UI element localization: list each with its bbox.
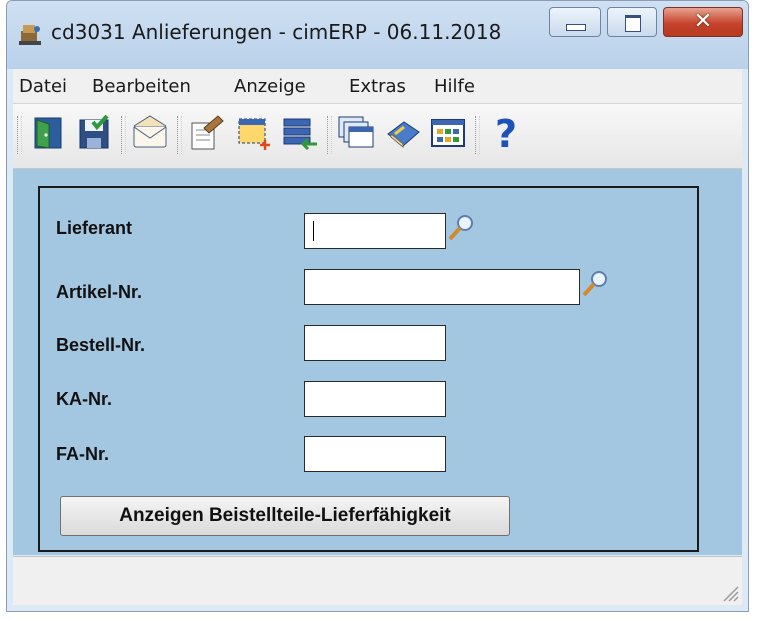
toolbar-separator [121,116,126,154]
windows-icon[interactable] [337,114,375,152]
fa-nr-input[interactable] [304,436,446,472]
text-caret [313,221,314,241]
lieferant-input[interactable] [304,213,446,249]
close-icon: ✕ [693,9,713,34]
svg-text:?: ? [495,114,517,152]
fa-nr-label: FA-Nr. [56,444,110,464]
application-window: cd3031 Anlieferungen - cimERP - 06.11.20… [6,0,749,612]
ka-nr-label: KA-Nr. [56,389,113,409]
form-panel: Lieferant Artikel-Nr. Bestell-Nr. KA-Nr.… [13,169,742,555]
bestell-nr-label: Bestell-Nr. [56,335,146,355]
ka-nr-input[interactable] [304,381,446,417]
artikel-nr-search-icon[interactable] [581,268,611,298]
artikel-nr-label: Artikel-Nr. [56,282,143,302]
maximize-icon [625,15,641,32]
artikel-nr-input[interactable] [304,269,580,305]
menu-anzeige[interactable]: Anzeige [234,76,306,97]
toolbar-separator [327,116,332,154]
menu-bar: Datei Bearbeiten Anzeige Extras Hilfe [13,69,742,104]
help-icon[interactable]: ? [487,114,525,152]
search-criteria-group: Lieferant Artikel-Nr. Bestell-Nr. KA-Nr.… [38,186,699,552]
show-supply-capability-button[interactable]: Anzeigen Beistellteile-Lieferfähigkeit [60,496,510,536]
menu-bearbeiten[interactable]: Bearbeiten [92,76,191,97]
minimize-button[interactable] [549,7,601,37]
menu-extras[interactable]: Extras [349,76,406,97]
window-title: cd3031 Anlieferungen - cimERP - 06.11.20… [51,20,502,44]
menu-datei[interactable]: Datei [19,76,67,97]
minimize-icon [566,24,586,31]
new-selection-icon[interactable] [235,114,273,152]
toolbar-grip[interactable] [17,116,22,154]
grid-view-icon[interactable] [429,114,467,152]
save-icon[interactable] [75,114,113,152]
import-list-icon[interactable] [281,114,319,152]
exit-door-icon[interactable] [29,114,67,152]
title-bar[interactable]: cd3031 Anlieferungen - cimERP - 06.11.20… [7,1,748,69]
lieferant-search-icon[interactable] [447,212,477,242]
book-icon[interactable] [384,114,422,152]
toolbar-separator [475,116,480,154]
mail-icon[interactable] [131,114,169,152]
maximize-button[interactable] [607,7,657,37]
status-bar [13,556,742,605]
resize-grip-icon[interactable] [718,581,740,603]
menu-hilfe[interactable]: Hilfe [434,76,475,97]
edit-document-icon[interactable] [188,114,226,152]
lieferant-label: Lieferant [56,218,133,238]
app-icon [19,25,41,45]
toolbar-separator [177,116,182,154]
bestell-nr-input[interactable] [304,325,446,361]
toolbar: ? [13,104,742,169]
close-button[interactable]: ✕ [663,7,743,37]
